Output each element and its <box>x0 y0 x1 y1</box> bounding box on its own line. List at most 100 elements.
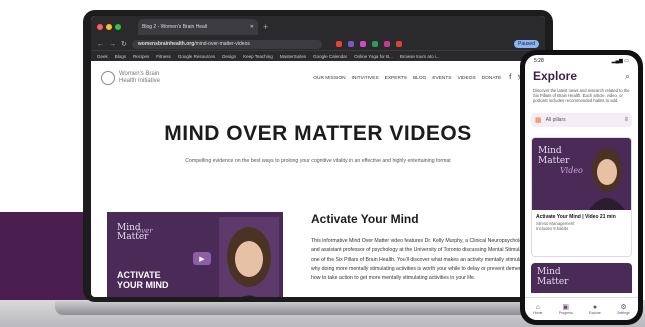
gear-icon: ⚙ <box>620 304 627 311</box>
tab-progress-label: Progress <box>558 311 573 315</box>
phone-status-bar: 5:28 ▂▄▆ ▭ <box>525 55 638 67</box>
address-bar[interactable]: womensbrainhealth.org/mind-over-matter-v… <box>131 39 322 49</box>
laptop-base <box>55 301 535 315</box>
section-title: Activate Your Mind <box>311 212 419 226</box>
card-thumb-line-1: Mind <box>538 145 562 156</box>
extension-icon[interactable] <box>371 41 378 47</box>
forward-icon[interactable]: → <box>109 41 116 48</box>
bookmark-item[interactable]: Geek <box>97 54 108 59</box>
phone-tab-bar: ⌂ Home ▣ Progress ● Explore ⚙ Settings <box>525 297 638 320</box>
tab-strip: Blog 2 - Women's Brain Healt ✕ + <box>91 16 545 38</box>
thumb-caption-line-1: ACTIVATE <box>117 270 161 280</box>
nav-events[interactable]: EVENTS <box>432 76 451 81</box>
play-icon[interactable]: ▶ <box>193 252 211 265</box>
tab-explore[interactable]: ● Explore <box>589 304 601 315</box>
tab-progress[interactable]: ▣ Progress <box>559 303 573 315</box>
explore-icon: ● <box>592 303 598 311</box>
logo-line-2: Health Initiative <box>119 78 161 84</box>
signal-battery-icon: ▂▄▆ ▭ <box>611 58 629 64</box>
home-icon: ⌂ <box>535 303 540 311</box>
nav-donate[interactable]: DONATE <box>482 76 502 81</box>
extension-icon[interactable] <box>359 41 366 47</box>
site-logo[interactable]: Women's Brain Health Initiative <box>119 71 169 85</box>
explore-description: Discover the latest news and research re… <box>533 88 630 104</box>
card-thumb-title: Mind Matter <box>537 267 568 287</box>
nav-our-mission[interactable]: OUR MISSION <box>313 76 345 81</box>
card-thumb-line-2: Matter <box>538 155 570 166</box>
tab-settings[interactable]: ⚙ Settings <box>617 303 630 315</box>
search-icon[interactable]: ⌕ <box>625 71 630 82</box>
filter-icon[interactable]: ≡ <box>624 117 628 123</box>
grid-icon: ▦ <box>535 116 542 124</box>
bookmark-item[interactable]: Google Resources <box>178 54 215 59</box>
reload-icon[interactable]: ↻ <box>121 40 127 48</box>
thumb-caption-line-2: YOUR MIND <box>117 280 169 290</box>
browser-tab[interactable]: Blog 2 - Women's Brain Healt ✕ <box>138 19 258 35</box>
page-title: MIND OVER MATTER VIDEOS <box>164 122 472 145</box>
extension-icon[interactable] <box>383 41 390 47</box>
content-card[interactable]: Mind Matter <box>531 262 632 293</box>
phone: 5:28 ▂▄▆ ▭ Explore ⌕ Discover the latest… <box>520 50 643 325</box>
tab-title: Blog 2 - Women's Brain Healt <box>142 24 208 30</box>
back-icon[interactable]: ← <box>97 41 104 48</box>
card-thumb-line-1: Mind <box>537 266 561 277</box>
extension-icon[interactable] <box>347 41 354 47</box>
extension-icon[interactable] <box>335 41 342 47</box>
bookmark-item[interactable]: Keep Teaching <box>243 54 273 59</box>
card-speaker-photo <box>589 147 625 210</box>
nav-initiatives[interactable]: INITIATIVES <box>352 76 379 81</box>
tab-close-icon[interactable]: ✕ <box>250 24 254 30</box>
logo-icon[interactable] <box>101 71 115 85</box>
laptop: Blog 2 - Women's Brain Healt ✕ + ← → ↻ w… <box>83 10 553 302</box>
extension-icon[interactable] <box>395 41 402 47</box>
card-thumbnail: Mind Matter Video <box>532 137 631 210</box>
tab-home[interactable]: ⌂ Home <box>533 304 542 315</box>
card-habits: Includes 9 habits <box>536 225 569 231</box>
tab-home-label: Home <box>533 310 543 315</box>
bookmark-item[interactable]: Design <box>222 54 236 59</box>
bookmark-item[interactable]: MasterSuites <box>280 54 306 59</box>
card-title: Activate Your Mind | Video 21 min <box>536 213 616 220</box>
page-subtitle: Compelling evidence on the best ways to … <box>185 158 451 164</box>
address-bar-row: ← → ↻ womensbrainhealth.org/mind-over-ma… <box>91 38 545 50</box>
phone-time: 5:28 <box>534 58 544 64</box>
maximize-window-button[interactable] <box>115 24 121 30</box>
card-thumb-video: Video <box>560 165 583 175</box>
pillars-filter-label: All pillars <box>545 116 566 123</box>
content-card[interactable]: Mind Matter Video Activate Your Mind | V… <box>531 136 632 257</box>
minimize-window-button[interactable] <box>106 24 112 30</box>
explore-header: Explore ⌕ <box>525 67 638 85</box>
explore-title: Explore <box>533 69 578 83</box>
speaker-photo <box>219 217 279 297</box>
facebook-icon[interactable]: f <box>509 74 511 82</box>
bookmark-item[interactable]: Online Yoga for B... <box>354 54 393 59</box>
card-thumb-line-2: Matter <box>537 276 569 287</box>
extension-icons <box>335 41 402 47</box>
video-thumb-caption: ACTIVATE YOUR MIND <box>117 270 169 290</box>
bookmark-item[interactable]: Google Calendar <box>313 54 347 59</box>
bookmark-item[interactable]: Recipes <box>133 54 149 59</box>
new-tab-icon[interactable]: + <box>263 22 268 32</box>
nav-blog[interactable]: BLOG <box>413 76 426 81</box>
bookmark-item[interactable]: Fitness <box>156 54 171 59</box>
card-thumb-title: Mind Matter <box>538 146 569 166</box>
browser-window: Blog 2 - Women's Brain Healt ✕ + ← → ↻ w… <box>91 16 545 297</box>
bookmark-item[interactable]: Browse tours ato i... <box>400 54 440 59</box>
progress-icon: ▣ <box>562 304 570 311</box>
tab-settings-label: Settings <box>617 311 630 315</box>
video-thumb-script: over <box>137 227 153 235</box>
tab-explore-label: Explore <box>589 310 601 315</box>
phone-screen: 5:28 ▂▄▆ ▭ Explore ⌕ Discover the latest… <box>525 55 638 320</box>
bookmarks-bar: Geek Blogs Recipes Fitness Google Resour… <box>91 50 545 61</box>
pillars-filter[interactable]: ▦ All pillars ≡ <box>531 112 632 127</box>
nav-experts[interactable]: EXPERTS <box>385 76 407 81</box>
profile-button[interactable]: Paused <box>514 40 539 48</box>
site-header: Women's Brain Health Initiative OUR MISS… <box>91 61 545 95</box>
section-body: This informative Mind Over Matter video … <box>311 238 538 282</box>
nav-videos[interactable]: VIDEOS <box>458 76 476 81</box>
logo-line-1: Women's Brain <box>119 71 160 77</box>
close-window-button[interactable] <box>97 24 103 30</box>
bookmark-item[interactable]: Blogs <box>115 54 126 59</box>
video-thumbnail[interactable]: Mind Matter over ACTIVATE YOUR MIND ▶ <box>107 212 283 297</box>
site-nav: OUR MISSION INITIATIVES EXPERTS BLOG EVE… <box>313 76 501 81</box>
